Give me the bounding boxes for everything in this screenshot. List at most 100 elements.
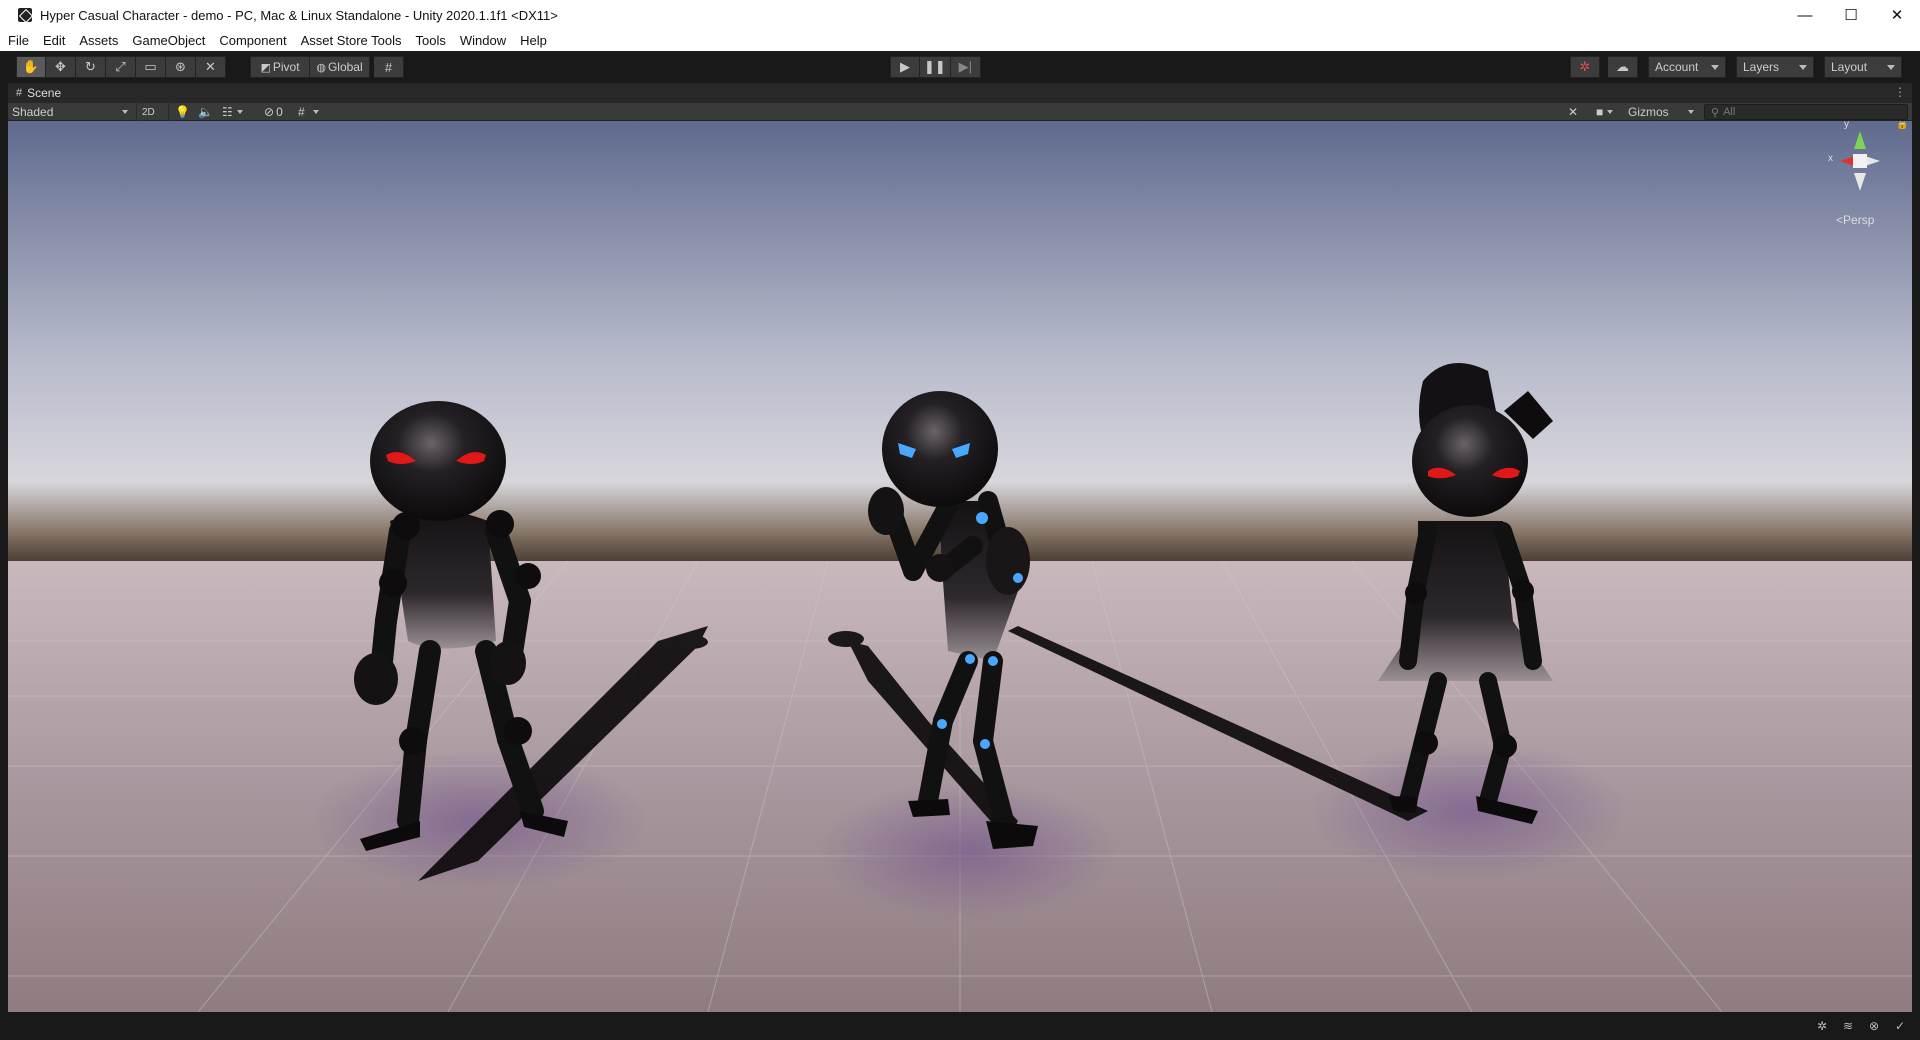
draw-mode-dropdown[interactable]: Shaded xyxy=(12,103,132,121)
transform-tool-button[interactable]: ⊛ xyxy=(166,56,196,78)
menu-assets[interactable]: Assets xyxy=(79,33,118,48)
globe-icon: ◍ xyxy=(316,61,326,74)
audio-toggle[interactable]: 🔈 xyxy=(198,103,213,121)
perspective-icon: < xyxy=(1836,213,1844,227)
title-bar: Hyper Casual Character - demo - PC, Mac … xyxy=(0,0,1920,30)
account-dropdown[interactable]: Account xyxy=(1648,56,1726,78)
close-button[interactable]: ✕ xyxy=(1874,0,1920,30)
camera-dropdown[interactable]: ■ xyxy=(1596,103,1614,121)
debug-icon[interactable]: ✲ xyxy=(1814,1018,1830,1034)
speaker-icon: 🔈 xyxy=(198,105,213,119)
tab-scene[interactable]: # Scene xyxy=(8,83,70,103)
mode-2d-toggle[interactable]: 2D xyxy=(142,103,155,121)
collab-button[interactable]: ✲ xyxy=(1570,56,1600,78)
menu-component[interactable]: Component xyxy=(219,33,286,48)
head xyxy=(1412,405,1528,517)
global-label: Global xyxy=(327,60,363,74)
minimize-button[interactable]: — xyxy=(1782,0,1828,30)
play-icon: ▶ xyxy=(900,59,910,74)
play-button[interactable]: ▶ xyxy=(890,56,920,78)
hidden-count: 0 xyxy=(276,105,283,119)
pause-icon: ❚❚ xyxy=(924,59,946,74)
scene-tab-label: Scene xyxy=(27,86,62,100)
menu-gameobject[interactable]: GameObject xyxy=(132,33,205,48)
tools-icon: ✕ xyxy=(1568,105,1579,119)
window-controls: — ☐ ✕ xyxy=(1782,0,1920,30)
ground-glow xyxy=(1308,741,1628,881)
menu-tools[interactable]: Tools xyxy=(416,33,446,48)
pivot-toggle[interactable]: ◩ Pivot xyxy=(250,56,310,78)
progress-check-icon[interactable]: ✓ xyxy=(1892,1018,1908,1034)
rotate-icon: ↻ xyxy=(85,59,96,74)
move-tool-button[interactable]: ✥ xyxy=(46,56,76,78)
joint-light xyxy=(980,739,990,749)
grid-icon: # xyxy=(298,105,305,119)
chevron-down-icon xyxy=(1887,65,1895,70)
joint xyxy=(486,510,514,538)
menu-bar: File Edit Assets GameObject Component As… xyxy=(0,30,1920,51)
unity-logo-icon xyxy=(18,8,32,22)
joint xyxy=(515,563,541,589)
lock-icon[interactable]: 🔒 xyxy=(1896,121,1908,130)
rect-icon: ▭ xyxy=(144,59,157,74)
database-icon[interactable]: ≋ xyxy=(1840,1018,1856,1034)
menu-asset-store-tools[interactable]: Asset Store Tools xyxy=(301,33,402,48)
status-bar: ✲ ≋ ⊗ ✓ xyxy=(0,1012,1920,1040)
maximize-button[interactable]: ☐ xyxy=(1828,0,1874,30)
pivot-icon: ◩ xyxy=(260,61,271,74)
tab-options-icon[interactable]: ⋮ xyxy=(1894,85,1906,99)
tools-icon: ✕ xyxy=(205,59,216,74)
step-icon: ▶| xyxy=(958,59,972,74)
scene-viewport[interactable]: y x 🔒 <Persp xyxy=(8,121,1912,1012)
rect-tool-button[interactable]: ▭ xyxy=(136,56,166,78)
hand xyxy=(490,641,526,685)
gizmos-dropdown[interactable]: Gizmos xyxy=(1628,103,1694,121)
snap-grid-button[interactable]: # xyxy=(374,56,404,78)
hidden-objects-toggle[interactable]: ⊘ 0 xyxy=(264,103,283,121)
custom-tool-button[interactable]: ✕ xyxy=(196,56,226,78)
scene-search-input[interactable]: ⚲ All xyxy=(1704,104,1908,120)
joint xyxy=(1493,734,1517,758)
chevron-down-icon xyxy=(312,110,319,114)
joint xyxy=(399,727,427,755)
hand-tool-button[interactable]: ✋ xyxy=(16,56,46,78)
transform-tools: ✋ ✥ ↻ ⤢ ▭ ⊛ ✕ xyxy=(16,56,226,78)
step-button[interactable]: ▶| xyxy=(950,56,981,78)
lighting-toggle[interactable]: 💡 xyxy=(175,103,190,121)
move-icon: ✥ xyxy=(55,59,66,74)
scene-tools-toggle[interactable]: ✕ xyxy=(1568,103,1578,121)
cloud-button[interactable]: ☁ xyxy=(1608,56,1638,78)
layout-dropdown[interactable]: Layout xyxy=(1824,56,1902,78)
joint xyxy=(504,717,532,745)
auto-generate-icon[interactable]: ⊗ xyxy=(1866,1018,1882,1034)
hand xyxy=(354,653,398,705)
rotate-tool-button[interactable]: ↻ xyxy=(76,56,106,78)
hidden-eye-icon: ⊘ xyxy=(264,105,275,119)
layers-dropdown[interactable]: Layers xyxy=(1736,56,1814,78)
joint xyxy=(1405,582,1427,604)
search-icon: ⚲ xyxy=(1711,106,1720,119)
effects-dropdown[interactable]: ☷ xyxy=(222,103,243,121)
menu-file[interactable]: File xyxy=(8,33,29,48)
menu-edit[interactable]: Edit xyxy=(43,33,65,48)
menu-window[interactable]: Window xyxy=(460,33,506,48)
pause-button[interactable]: ❚❚ xyxy=(920,56,951,78)
gizmos-label: Gizmos xyxy=(1628,105,1669,119)
gizmo-x-label: x xyxy=(1828,153,1833,164)
chevron-down-icon xyxy=(122,110,128,114)
chevron-down-icon xyxy=(1711,65,1719,70)
menu-help[interactable]: Help xyxy=(520,33,547,48)
grid-dropdown[interactable]: # xyxy=(298,103,319,121)
global-toggle[interactable]: ◍ Global xyxy=(310,56,370,78)
draw-mode-label: Shaded xyxy=(12,105,54,119)
handle-toggles: ◩ Pivot ◍ Global # xyxy=(250,56,404,78)
scale-tool-button[interactable]: ⤢ xyxy=(106,56,136,78)
search-placeholder: All xyxy=(1723,106,1736,118)
joint-light xyxy=(976,512,988,524)
projection-toggle[interactable]: <Persp xyxy=(1836,213,1874,227)
gizmo-center[interactable] xyxy=(1853,154,1867,168)
foot xyxy=(908,799,950,817)
joint-light xyxy=(965,654,975,664)
scene-toolbar: Shaded 2D 💡 🔈 ☷ ⊘ 0 # ✕ ■ Gizmos ⚲ All xyxy=(8,103,1912,121)
joint-light xyxy=(988,656,998,666)
